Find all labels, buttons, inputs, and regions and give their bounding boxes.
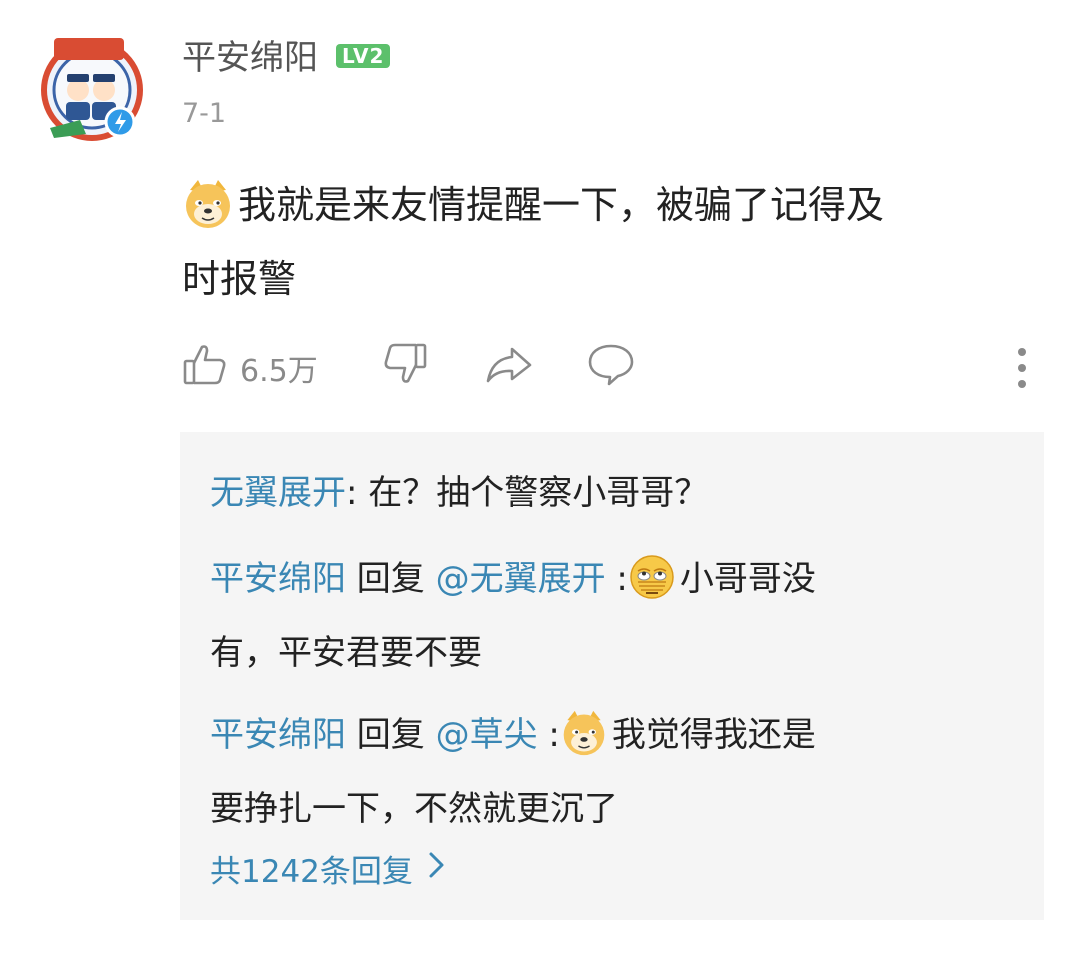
comment-button[interactable] [586, 340, 636, 396]
reply-item[interactable]: 无翼展开: 在？抽个警察小哥哥？ [210, 456, 990, 530]
reply-line-1: 平安绵阳 回复 @草尖 : 我觉得我还是 [210, 698, 990, 772]
like-button[interactable]: 6.5万 [182, 340, 318, 396]
thumbs-up-icon [182, 341, 228, 395]
reply-word: 回复 [346, 715, 436, 755]
reply-author[interactable]: 平安绵阳 [210, 715, 346, 755]
comment-text-line2: 时报警 [182, 257, 297, 301]
reply-separator: : [537, 715, 560, 755]
reply-separator: : [605, 559, 628, 599]
reply-text-line1: 我觉得我还是 [611, 715, 816, 755]
view-all-replies-link[interactable]: 共1242条回复 [210, 846, 447, 891]
like-count: 6.5万 [240, 354, 318, 389]
dislike-button[interactable] [382, 340, 428, 396]
share-button[interactable] [484, 340, 534, 396]
reply-count-label: 共1242条回复 [210, 854, 413, 890]
comment-line-1: 我就是来友情提醒一下，被骗了记得及 [182, 168, 1032, 242]
reply-line-1: 平安绵阳 回复 @无翼展开 : 小哥哥没 [210, 542, 990, 616]
action-bar: 6.5万 [182, 340, 1032, 396]
chevron-right-icon [427, 850, 447, 888]
author-header: 平安绵阳 LV2 [182, 36, 391, 80]
reply-item[interactable]: 平安绵阳 回复 @无翼展开 : 小哥哥没 有，平安君要不要 [210, 542, 990, 690]
thumbs-down-icon [382, 341, 428, 395]
reply-mention[interactable]: @无翼展开 [436, 559, 606, 599]
reply-author[interactable]: 无翼展开 [210, 473, 346, 513]
share-arrow-icon [484, 341, 534, 395]
speech-bubble-icon [586, 341, 636, 395]
comment-text-line1: 我就是来友情提醒一下，被骗了记得及 [238, 183, 885, 227]
reply-author[interactable]: 平安绵阳 [210, 559, 346, 599]
doge-emoji-icon [560, 709, 608, 757]
level-badge: LV2 [336, 44, 391, 68]
comment-body: 我就是来友情提醒一下，被骗了记得及 时报警 [182, 168, 1032, 316]
more-options-icon[interactable] [1012, 346, 1032, 390]
reply-text-line1: 小哥哥没 [679, 559, 816, 599]
post-date: 7-1 [182, 98, 227, 129]
reply-text: 在？抽个警察小哥哥？ [368, 473, 709, 513]
reply-text-line2: 有，平安君要不要 [210, 633, 482, 673]
author-name[interactable]: 平安绵阳 [182, 36, 318, 80]
reply-text-line2: 要挣扎一下，不然就更沉了 [210, 789, 618, 829]
reply-item[interactable]: 平安绵阳 回复 @草尖 : 我觉得我还是 要挣扎一下，不然就更沉了 [210, 698, 990, 846]
reply-list: 无翼展开: 在？抽个警察小哥哥？ 平安绵阳 回复 @无翼展开 : 小哥哥没 有，… [180, 432, 1044, 920]
eye-roll-emoji-icon [628, 553, 676, 601]
doge-emoji-icon [182, 178, 234, 230]
reply-separator: : [346, 473, 369, 513]
author-avatar[interactable] [40, 30, 150, 148]
reply-word: 回复 [346, 559, 436, 599]
reply-mention[interactable]: @草尖 [436, 715, 538, 755]
